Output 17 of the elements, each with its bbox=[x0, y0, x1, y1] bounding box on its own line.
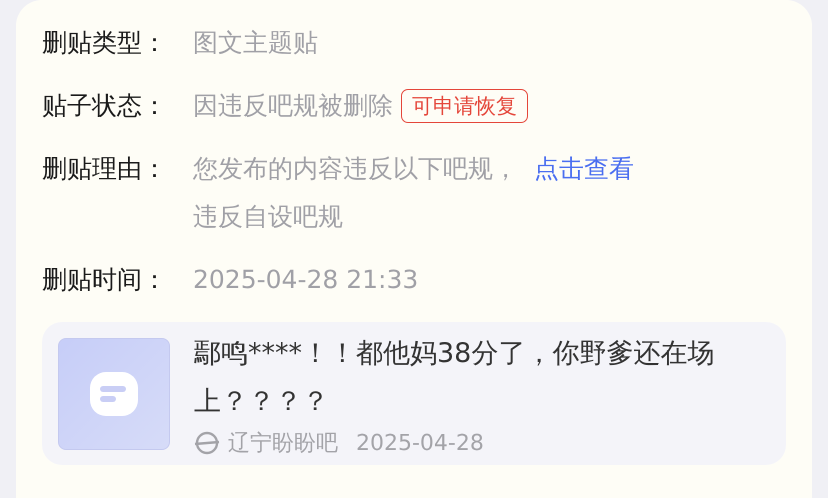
post-date: 2025-04-28 bbox=[356, 430, 484, 456]
field-value: 违反自设吧规 bbox=[193, 201, 344, 233]
thumbnail-icon bbox=[58, 338, 170, 450]
field-value: 您发布的内容违反以下吧规， bbox=[193, 153, 518, 185]
field-value: 因违反吧规被删除 bbox=[193, 90, 393, 122]
forum-icon bbox=[194, 430, 220, 456]
field-label: 删贴类型： bbox=[42, 27, 168, 59]
field-label: 贴子状态： bbox=[42, 90, 168, 122]
field-value: 2025-04-28 21:33 bbox=[193, 264, 418, 296]
post-card[interactable]: 鄢鸣****！！都他妈38分了，你野爹还在场上？？？？ 辽宁盼盼吧 2025-04-28 bbox=[42, 322, 786, 465]
forum-name[interactable]: 辽宁盼盼吧 bbox=[228, 428, 338, 458]
restore-badge[interactable]: 可申请恢复 bbox=[401, 89, 528, 123]
field-label: 删贴时间： bbox=[42, 264, 168, 296]
post-title: 鄢鸣****！！都他妈38分了，你野爹还在场上？？？？ bbox=[194, 337, 716, 419]
field-label: 删贴理由： bbox=[42, 153, 168, 185]
field-value: 图文主题贴 bbox=[193, 27, 318, 59]
view-link[interactable]: 点击查看 bbox=[534, 148, 634, 190]
